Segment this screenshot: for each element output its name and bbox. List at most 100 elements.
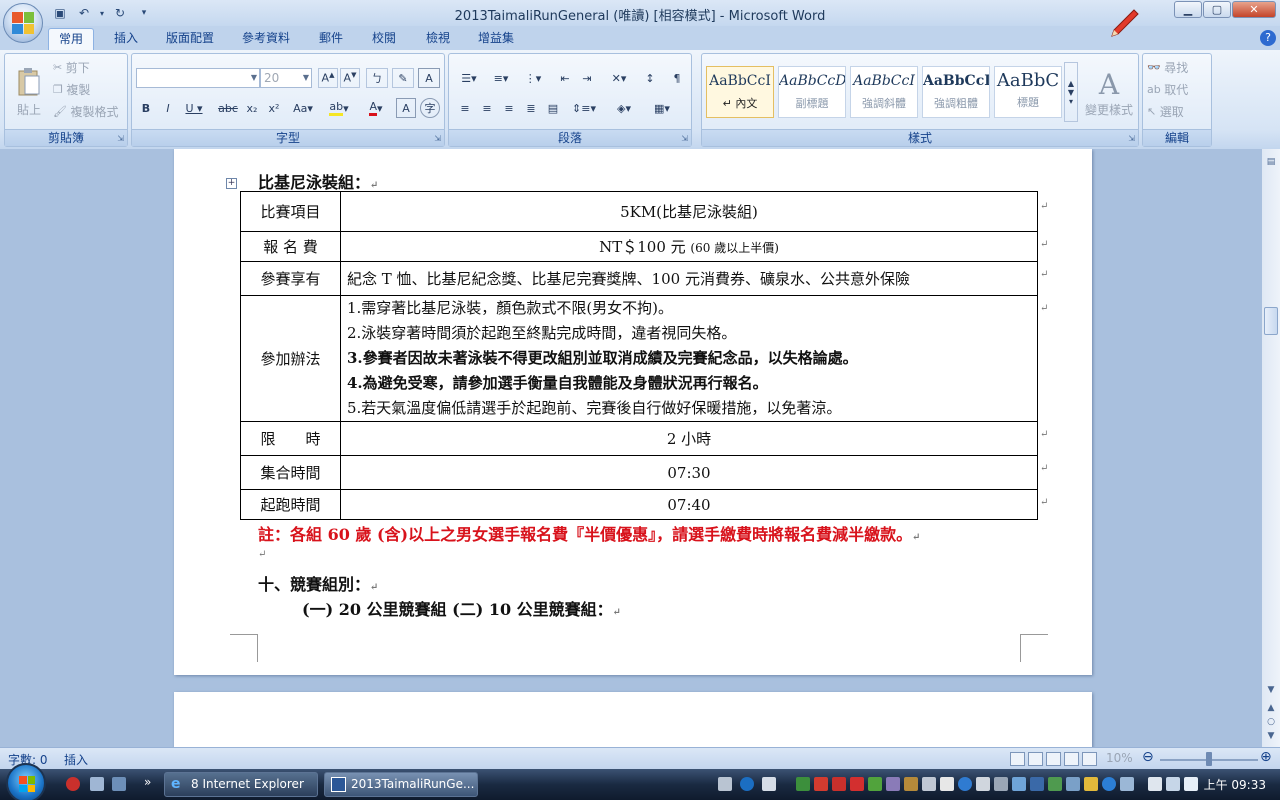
ati-icon[interactable] <box>850 777 864 791</box>
highlight-button[interactable]: ab ▾ <box>322 98 356 118</box>
change-styles-button[interactable]: A 變更樣式 <box>1082 60 1136 126</box>
borders-button[interactable]: ▦▾ <box>645 98 679 118</box>
style-normal[interactable]: AaBbCcI ↵ 內文 <box>706 66 774 118</box>
volume-icon[interactable] <box>1184 777 1198 791</box>
document-page[interactable]: 比基尼泳裝組：↵ + 比賽項目 5KM(比基尼泳裝組) 報 名 費 NT＄100… <box>174 149 1092 675</box>
asian-layout-button[interactable]: ✕▾ <box>605 68 633 88</box>
style-title[interactable]: AaBbC 標題 <box>994 66 1062 118</box>
tray-app-icon[interactable] <box>1066 777 1080 791</box>
tab-page-layout[interactable]: 版面配置 <box>156 28 224 50</box>
align-center-button[interactable]: ≡ <box>477 98 497 118</box>
superscript-button[interactable]: x² <box>264 98 284 118</box>
quicklaunch-app-icon[interactable] <box>66 777 80 791</box>
scrollbar-thumb[interactable] <box>1264 307 1278 335</box>
tray-app-icon[interactable] <box>1120 777 1134 791</box>
font-color-button[interactable]: A ▾ <box>360 98 392 118</box>
tab-references[interactable]: 參考資料 <box>232 28 300 50</box>
increase-indent-button[interactable]: ⇥ <box>577 68 597 88</box>
start-button[interactable] <box>6 763 46 800</box>
show-desktop-icon[interactable] <box>90 777 104 791</box>
change-case-button[interactable]: Aa▾ <box>288 98 318 118</box>
battery-icon[interactable] <box>1148 777 1162 791</box>
format-painter-button[interactable]: 🖌 複製格式 <box>53 102 118 120</box>
ruler-toggle-icon[interactable]: ▤ <box>1264 157 1278 171</box>
previous-page-icon[interactable]: ▲ <box>1264 703 1278 717</box>
tab-home[interactable]: 常用 <box>48 28 95 50</box>
tab-review[interactable]: 校閱 <box>362 28 406 50</box>
scroll-down-icon[interactable]: ▼ <box>1264 685 1278 699</box>
tab-addins[interactable]: 增益集 <box>468 28 524 50</box>
font-size-combo[interactable]: 20 ▼ <box>260 68 312 88</box>
bluetooth-icon[interactable] <box>1030 777 1044 791</box>
tab-view[interactable]: 檢視 <box>416 28 460 50</box>
style-subtitle[interactable]: AaBbCcD 副標題 <box>778 66 846 118</box>
chevron-right-icon[interactable]: » <box>144 775 151 789</box>
align-right-button[interactable]: ≡ <box>499 98 519 118</box>
tray-app-icon[interactable] <box>1012 777 1026 791</box>
select-button[interactable]: ↖ 選取 <box>1147 102 1184 120</box>
font-name-combo[interactable]: ▼ <box>136 68 260 88</box>
style-strong[interactable]: AaBbCcI 強調粗體 <box>922 66 990 118</box>
system-clock[interactable]: 上午 09:33 <box>1204 776 1266 793</box>
tray-help-icon[interactable] <box>1102 777 1116 791</box>
zoom-in-icon[interactable]: ⊕ <box>1260 749 1272 765</box>
sort-button[interactable]: ↕ <box>639 68 661 88</box>
underline-button[interactable]: U ▾ <box>180 98 208 118</box>
line-spacing-button[interactable]: ⇕≡▾ <box>567 98 601 118</box>
language-bar-icon[interactable] <box>762 777 776 791</box>
tab-insert[interactable]: 插入 <box>104 28 148 50</box>
decrease-indent-button[interactable]: ⇤ <box>555 68 575 88</box>
dialog-launcher-icon[interactable]: ⇲ <box>1128 134 1135 143</box>
char-border-button[interactable]: A <box>418 68 440 88</box>
minimize-button[interactable]: ▁ <box>1174 1 1202 18</box>
network-globe-icon[interactable] <box>958 777 972 791</box>
strikethrough-button[interactable]: abc <box>216 98 240 118</box>
dialog-launcher-icon[interactable]: ⇲ <box>434 134 441 143</box>
styles-scroll[interactable]: ▲ ▼ ▾ <box>1064 62 1078 122</box>
tray-app-icon[interactable] <box>814 777 828 791</box>
tray-app-icon[interactable] <box>904 777 918 791</box>
bold-button[interactable]: B <box>136 98 156 118</box>
show-marks-button[interactable]: ¶ <box>667 68 687 88</box>
table-move-handle[interactable]: + <box>226 178 237 189</box>
find-button[interactable]: 👓 尋找 <box>1147 58 1188 76</box>
zoom-slider-knob[interactable] <box>1206 752 1212 766</box>
replace-button[interactable]: ab 取代 <box>1147 80 1188 98</box>
paste-button[interactable]: 貼上 <box>11 60 47 124</box>
copy-button[interactable]: ❐ 複製 <box>53 80 90 98</box>
help-tray-icon[interactable] <box>740 777 754 791</box>
taskbar-word-button[interactable]: 2013TaimaliRunGe... <box>324 772 478 797</box>
web-layout-icon[interactable] <box>1046 752 1061 766</box>
close-button[interactable]: ✕ <box>1232 1 1276 18</box>
shading-button[interactable]: ◈▾ <box>607 98 641 118</box>
multilevel-list-button[interactable]: ⋮▾ <box>519 68 547 88</box>
subscript-button[interactable]: x₂ <box>242 98 262 118</box>
print-layout-icon[interactable] <box>1010 752 1025 766</box>
outline-icon[interactable] <box>1064 752 1079 766</box>
taskbar-ie-button[interactable]: e 8 Internet Explorer <box>164 772 318 797</box>
tray-app-icon[interactable] <box>1048 777 1062 791</box>
tray-app-icon[interactable] <box>922 777 936 791</box>
char-shading-button[interactable]: A <box>396 98 416 118</box>
numbering-button[interactable]: ≡▾ <box>487 68 515 88</box>
tray-app-icon[interactable] <box>1084 777 1098 791</box>
tray-app-icon[interactable] <box>832 777 846 791</box>
tray-app-icon[interactable] <box>994 777 1008 791</box>
switch-windows-icon[interactable] <box>112 777 126 791</box>
tray-app-icon[interactable] <box>886 777 900 791</box>
help-icon[interactable]: ? <box>1260 30 1276 46</box>
clear-format-button[interactable]: ✎ <box>392 68 414 88</box>
enclose-char-button[interactable]: 字 <box>420 98 440 118</box>
zoom-level[interactable]: 10% <box>1106 751 1133 765</box>
italic-button[interactable]: I <box>158 98 178 118</box>
next-page-icon[interactable]: ▼ <box>1264 731 1278 745</box>
document-page[interactable] <box>174 692 1092 747</box>
browse-object-icon[interactable]: ○ <box>1264 717 1278 731</box>
cut-button[interactable]: ✂ 剪下 <box>53 58 90 76</box>
phonetic-guide-button[interactable]: ㄅ <box>366 68 388 88</box>
style-emphasis[interactable]: AaBbCcI 強調斜體 <box>850 66 918 118</box>
align-left-button[interactable]: ≡ <box>455 98 475 118</box>
tray-app-icon[interactable] <box>868 777 882 791</box>
justify-button[interactable]: ≣ <box>521 98 541 118</box>
shrink-font-button[interactable]: A▼ <box>340 68 360 88</box>
